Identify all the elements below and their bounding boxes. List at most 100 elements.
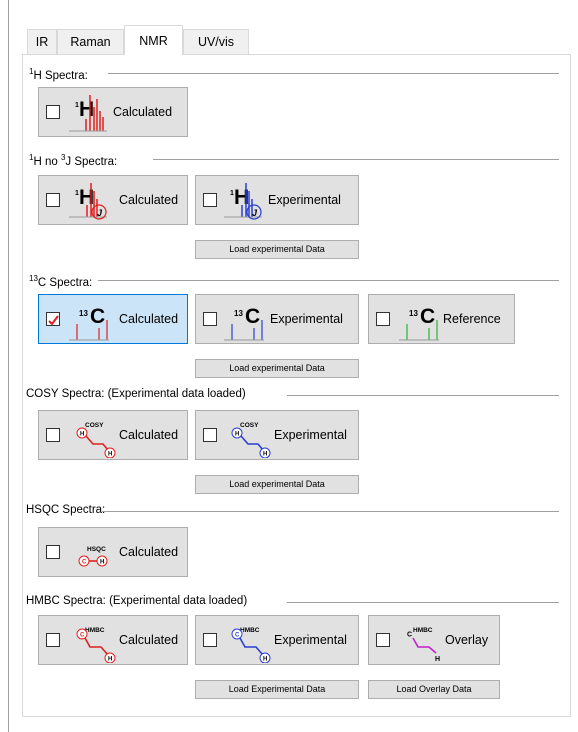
svg-text:H: H xyxy=(108,657,112,663)
hmbc-purple-correlation-icon: HMBC C H xyxy=(407,627,440,663)
cosy-calculated-label: Calculated xyxy=(119,428,179,442)
section-13c-rule xyxy=(98,280,559,281)
svg-text:H: H xyxy=(263,657,267,663)
svg-text:C: C xyxy=(80,633,85,639)
svg-text:H: H xyxy=(79,98,94,121)
hmbc-experimental-button[interactable]: HMBC C H Experimental xyxy=(195,615,359,665)
h1noj-red-decoupled-icon: 1 H J xyxy=(69,183,107,220)
h1noj-blue-decoupled-icon: 1 H J xyxy=(224,183,262,220)
c13-reference-button[interactable]: 13 C Reference xyxy=(368,294,515,344)
tab-raman-label: Raman xyxy=(70,35,111,49)
hmbc-experimental-checkbox[interactable] xyxy=(203,633,217,647)
svg-text:C: C xyxy=(420,305,435,328)
svg-text:C: C xyxy=(90,305,105,328)
svg-text:H: H xyxy=(80,432,84,438)
hmbc-red-correlation-icon: HMBC C H xyxy=(76,627,116,663)
tab-uvvis-label: UV/vis xyxy=(197,35,235,49)
hmbc-overlay-label: Overlay xyxy=(445,633,489,647)
c13-load-experimental-button[interactable]: Load experimental Data xyxy=(195,359,359,378)
svg-text:H: H xyxy=(435,656,440,663)
svg-text:13: 13 xyxy=(79,309,88,318)
tab-nmr[interactable]: NMR xyxy=(124,25,183,55)
section-1h-rule xyxy=(108,73,559,74)
section-hsqc-title: HSQC Spectra: xyxy=(26,504,106,516)
cosy-calculated-checkbox[interactable] xyxy=(46,428,60,442)
hsqc-calculated-button[interactable]: HSQC C H Calculated xyxy=(38,527,188,577)
hmbc-overlay-checkbox[interactable] xyxy=(376,633,390,647)
tab-raman[interactable]: Raman xyxy=(57,29,124,54)
svg-text:H: H xyxy=(263,452,267,458)
cosy-experimental-checkbox[interactable] xyxy=(203,428,217,442)
hmbc-blue-correlation-icon: HMBC C H xyxy=(231,627,271,663)
h1noj-load-experimental-button[interactable]: Load experimental Data xyxy=(195,240,359,259)
svg-text:HMBC: HMBC xyxy=(85,627,105,634)
h1-red-spectrum-icon: 1 H xyxy=(69,95,107,132)
h1-calculated-button[interactable]: 1 H Calculated xyxy=(38,87,188,137)
hmbc-calculated-checkbox[interactable] xyxy=(46,633,60,647)
cosy-blue-coupling-icon: COSY H H xyxy=(231,422,271,458)
c13-calculated-button[interactable]: 13 C Calculated xyxy=(38,294,188,344)
hsqc-calculated-label: Calculated xyxy=(119,545,179,559)
section-hmbc-title: HMBC Spectra: (Experimental data loaded) xyxy=(26,595,248,607)
h1-calculated-checkbox[interactable] xyxy=(46,105,60,119)
c13-red-spectrum-icon: 13 C xyxy=(69,305,109,341)
svg-text:C: C xyxy=(407,632,412,639)
tab-nmr-label: NMR xyxy=(139,34,168,48)
svg-text:H: H xyxy=(100,560,104,566)
hmbc-load-overlay-button[interactable]: Load Overlay Data xyxy=(368,680,500,699)
c13-experimental-checkbox[interactable] xyxy=(203,312,217,326)
svg-text:C: C xyxy=(82,560,87,566)
c13-experimental-button[interactable]: 13 C Experimental xyxy=(195,294,359,344)
section-1h-no-3j-rule xyxy=(153,159,559,160)
hmbc-experimental-label: Experimental xyxy=(274,633,347,647)
hsqc-bond-icon: HSQC C H xyxy=(78,546,108,567)
section-1h-no-3j-title: 1H no 3J Spectra: xyxy=(29,153,118,168)
c13-reference-label: Reference xyxy=(443,312,501,326)
svg-text:HSQC: HSQC xyxy=(87,546,106,553)
c13-reference-checkbox[interactable] xyxy=(376,312,390,326)
svg-text:C: C xyxy=(235,633,240,639)
section-1h-title: 1H Spectra: xyxy=(29,67,88,82)
c13-calculated-checkbox[interactable] xyxy=(46,312,60,326)
cosy-load-experimental-button[interactable]: Load experimental Data xyxy=(195,475,359,494)
cosy-experimental-button[interactable]: COSY H H Experimental xyxy=(195,410,359,460)
c13-experimental-label: Experimental xyxy=(270,312,343,326)
h1noj-calculated-label: Calculated xyxy=(119,193,179,207)
window-left-border xyxy=(8,0,9,732)
hsqc-calculated-checkbox[interactable] xyxy=(46,545,60,559)
svg-text:HMBC: HMBC xyxy=(413,627,433,634)
section-cosy-rule xyxy=(287,395,559,396)
hmbc-calculated-button[interactable]: HMBC C H Calculated xyxy=(38,615,188,665)
section-hsqc-rule xyxy=(102,511,559,512)
checkmark-icon xyxy=(48,315,59,326)
svg-text:13: 13 xyxy=(234,309,243,318)
cosy-red-coupling-icon: COSY H H xyxy=(76,422,116,458)
cosy-experimental-label: Experimental xyxy=(274,428,347,442)
svg-text:H: H xyxy=(235,432,239,438)
section-cosy-title: COSY Spectra: (Experimental data loaded) xyxy=(26,388,246,400)
h1noj-experimental-checkbox[interactable] xyxy=(203,193,217,207)
svg-text:H: H xyxy=(108,452,112,458)
h1noj-experimental-label: Experimental xyxy=(268,193,341,207)
hmbc-load-experimental-button[interactable]: Load Experimental Data xyxy=(195,680,359,699)
c13-calculated-label: Calculated xyxy=(119,312,179,326)
svg-text:COSY: COSY xyxy=(85,422,104,429)
tab-ir-label: IR xyxy=(35,35,49,49)
c13-green-spectrum-icon: 13 C xyxy=(399,305,439,341)
tab-uvvis[interactable]: UV/vis xyxy=(183,29,249,54)
hmbc-calculated-label: Calculated xyxy=(119,633,179,647)
cosy-calculated-button[interactable]: COSY H H Calculated xyxy=(38,410,188,460)
h1-calculated-label: Calculated xyxy=(113,105,173,119)
h1noj-experimental-button[interactable]: 1 H J Experimental xyxy=(195,175,359,225)
tab-ir[interactable]: IR xyxy=(27,29,57,54)
svg-text:HMBC: HMBC xyxy=(240,627,260,634)
section-hmbc-rule xyxy=(287,602,559,603)
h1noj-calculated-checkbox[interactable] xyxy=(46,193,60,207)
svg-text:C: C xyxy=(245,305,260,328)
section-13c-title: 13C Spectra: xyxy=(29,274,93,289)
svg-text:13: 13 xyxy=(409,309,418,318)
svg-text:COSY: COSY xyxy=(240,422,259,429)
h1noj-calculated-button[interactable]: 1 H J Calculated xyxy=(38,175,188,225)
hmbc-overlay-button[interactable]: HMBC C H Overlay xyxy=(368,615,500,665)
c13-blue-spectrum-icon: 13 C xyxy=(224,305,264,341)
